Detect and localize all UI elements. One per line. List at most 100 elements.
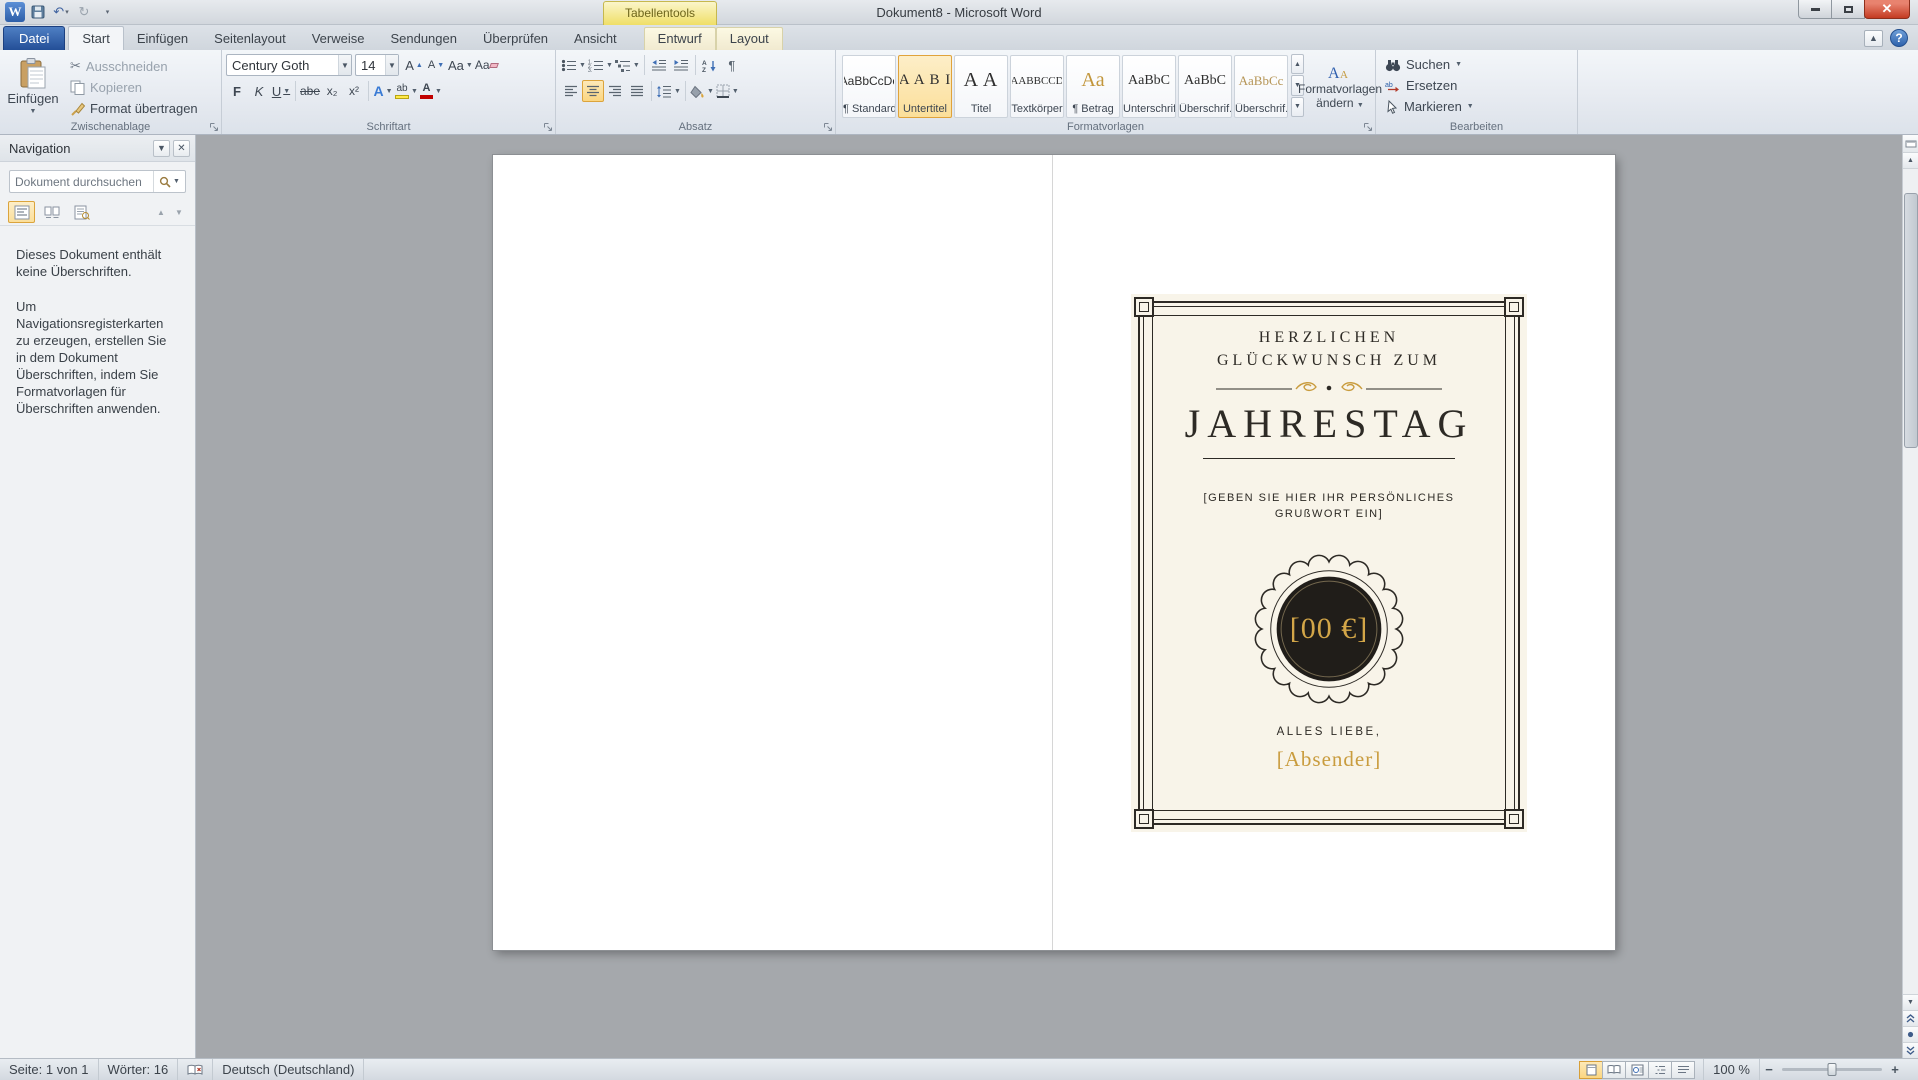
style-item-ueberschrift2[interactable]: AaBbCc Überschrif...	[1234, 55, 1288, 118]
tab-start[interactable]: Start	[68, 26, 124, 50]
navigation-search-input[interactable]	[10, 174, 153, 189]
copy-button[interactable]: Kopieren	[66, 77, 202, 97]
find-button[interactable]: Suchen ▼	[1380, 54, 1574, 75]
sort-button[interactable]: AZ	[699, 54, 721, 76]
previous-heading-button[interactable]: ▲	[153, 204, 169, 220]
tab-verweise[interactable]: Verweise	[299, 28, 378, 50]
font-size-combo[interactable]: 14 ▼	[355, 54, 399, 76]
font-name-combo[interactable]: Century Goth ▼	[226, 54, 352, 76]
style-item-ueberschrift1[interactable]: AaBbC Überschrif...	[1178, 55, 1232, 118]
style-item-betrag[interactable]: Aa ¶ Betrag	[1066, 55, 1120, 118]
tab-entwurf[interactable]: Entwurf	[643, 27, 716, 50]
scrollbar-thumb[interactable]	[1904, 193, 1918, 448]
help-button[interactable]: ?	[1890, 29, 1908, 47]
maximize-window-button[interactable]	[1831, 0, 1865, 19]
change-styles-button[interactable]: AA Formatvorlagen ändern ▼	[1298, 54, 1382, 117]
italic-button[interactable]: K	[248, 80, 270, 102]
next-page-button[interactable]	[1903, 1042, 1918, 1058]
superscript-button[interactable]: x²	[343, 80, 365, 102]
next-heading-button[interactable]: ▼	[171, 204, 187, 220]
page-count-indicator[interactable]: Seite: 1 von 1	[0, 1059, 99, 1080]
zoom-out-button[interactable]: −	[1760, 1062, 1778, 1077]
subscript-button[interactable]: x₂	[321, 80, 343, 102]
style-item-standard[interactable]: AaBbCcDc ¶ Standard	[842, 55, 896, 118]
change-case-button[interactable]: Aa ▼	[447, 54, 474, 76]
word-count-indicator[interactable]: Wörter: 16	[99, 1059, 179, 1080]
style-item-titel[interactable]: A A Titel	[954, 55, 1008, 118]
shrink-font-button[interactable]: A ▼	[425, 54, 447, 76]
minimize-window-button[interactable]	[1798, 0, 1832, 19]
previous-page-button[interactable]	[1903, 1010, 1918, 1026]
navigation-pane-menu-button[interactable]: ▼	[153, 139, 170, 157]
borders-button[interactable]: ▼	[715, 80, 740, 102]
tab-seitenlayout[interactable]: Seitenlayout	[201, 28, 299, 50]
document-page[interactable]: HERZLICHEN GLÜCKWUNSCH ZUM JAHRESTAG [GE…	[493, 155, 1615, 950]
close-window-button[interactable]: ✕	[1864, 0, 1910, 19]
navigation-pane-close-button[interactable]: ✕	[173, 139, 190, 157]
zoom-slider[interactable]	[1782, 1063, 1882, 1076]
clipboard-dialog-launcher[interactable]	[209, 122, 219, 132]
web-layout-view-button[interactable]	[1625, 1060, 1650, 1079]
show-paragraph-marks-button[interactable]: ¶	[721, 54, 743, 76]
minimize-ribbon-button[interactable]: ▲	[1864, 29, 1883, 47]
styles-more-button[interactable]: ▼	[1291, 96, 1304, 117]
font-dialog-launcher[interactable]	[543, 122, 553, 132]
grow-font-button[interactable]: A ▲	[403, 54, 425, 76]
clear-formatting-button[interactable]: Aa	[474, 54, 499, 76]
zoom-slider-thumb[interactable]	[1827, 1063, 1837, 1076]
format-painter-button[interactable]: Format übertragen	[66, 98, 202, 118]
nav-tab-headings[interactable]	[8, 201, 35, 223]
style-item-untertitel[interactable]: A A B I Untertitel	[898, 55, 952, 118]
fullscreen-reading-view-button[interactable]	[1602, 1060, 1627, 1079]
ruler-toggle-button[interactable]	[1903, 135, 1918, 153]
nav-tab-results[interactable]	[68, 201, 95, 223]
align-center-button[interactable]	[582, 80, 604, 102]
font-color-button[interactable]: A ▼	[419, 80, 443, 102]
navigation-search-button[interactable]: ▼	[153, 171, 185, 192]
tab-layout[interactable]: Layout	[715, 27, 783, 50]
scroll-down-button[interactable]: ▼	[1903, 994, 1918, 1010]
shading-button[interactable]: ▼	[689, 80, 715, 102]
tab-einfuegen[interactable]: Einfügen	[124, 28, 201, 50]
scroll-up-button[interactable]: ▲	[1903, 153, 1918, 169]
language-indicator[interactable]: Deutsch (Deutschland)	[213, 1059, 365, 1080]
zoom-in-button[interactable]: +	[1886, 1062, 1904, 1077]
underline-button[interactable]: U ▼	[270, 80, 292, 102]
styles-dialog-launcher[interactable]	[1363, 122, 1373, 132]
highlight-color-button[interactable]: ab ▼	[394, 80, 419, 102]
line-spacing-button[interactable]: ▼	[655, 80, 682, 102]
styles-scroll-up-button[interactable]: ▲	[1291, 54, 1304, 75]
tab-ansicht[interactable]: Ansicht	[561, 28, 630, 50]
tab-datei[interactable]: Datei	[3, 26, 66, 50]
spellcheck-indicator[interactable]	[178, 1059, 214, 1080]
card-sender-placeholder[interactable]: [Absender]	[1131, 747, 1527, 772]
card-greeting-placeholder[interactable]: [GEBEN SIE HIER IHR PERSÖNLICHES GRUßWOR…	[1131, 490, 1527, 522]
print-layout-view-button[interactable]	[1579, 1060, 1604, 1079]
multilevel-list-button[interactable]: ▼	[614, 54, 641, 76]
bold-button[interactable]: F	[226, 80, 248, 102]
style-item-textkoerper[interactable]: AABBCCD Textkörper	[1010, 55, 1064, 118]
zoom-level-indicator[interactable]: 100 %	[1703, 1059, 1760, 1080]
numbering-button[interactable]: 1. 2. 3. ▼	[587, 54, 614, 76]
paste-button[interactable]: Einfügen ▼	[4, 54, 62, 116]
text-effects-button[interactable]: A ▼	[372, 80, 394, 102]
style-item-unterschrift[interactable]: AaBbC Unterschrift	[1122, 55, 1176, 118]
increase-indent-button[interactable]	[670, 54, 692, 76]
cut-button[interactable]: ✂ Ausschneiden	[66, 56, 202, 76]
browse-object-button[interactable]	[1903, 1026, 1918, 1042]
replace-button[interactable]: ab Ersetzen	[1380, 75, 1574, 96]
bullets-button[interactable]: ▼	[560, 54, 587, 76]
decrease-indent-button[interactable]	[648, 54, 670, 76]
tab-sendungen[interactable]: Sendungen	[377, 28, 470, 50]
paragraph-dialog-launcher[interactable]	[823, 122, 833, 132]
nav-tab-pages[interactable]	[38, 201, 65, 223]
outline-view-button[interactable]	[1648, 1060, 1673, 1079]
card-amount-placeholder[interactable]: [00 €]	[1250, 550, 1408, 708]
strikethrough-button[interactable]: abe	[299, 80, 321, 102]
tab-ueberpruefen[interactable]: Überprüfen	[470, 28, 561, 50]
align-right-button[interactable]	[604, 80, 626, 102]
align-left-button[interactable]	[560, 80, 582, 102]
select-button[interactable]: Markieren ▼	[1380, 96, 1574, 117]
draft-view-button[interactable]	[1671, 1060, 1696, 1079]
justify-button[interactable]	[626, 80, 648, 102]
